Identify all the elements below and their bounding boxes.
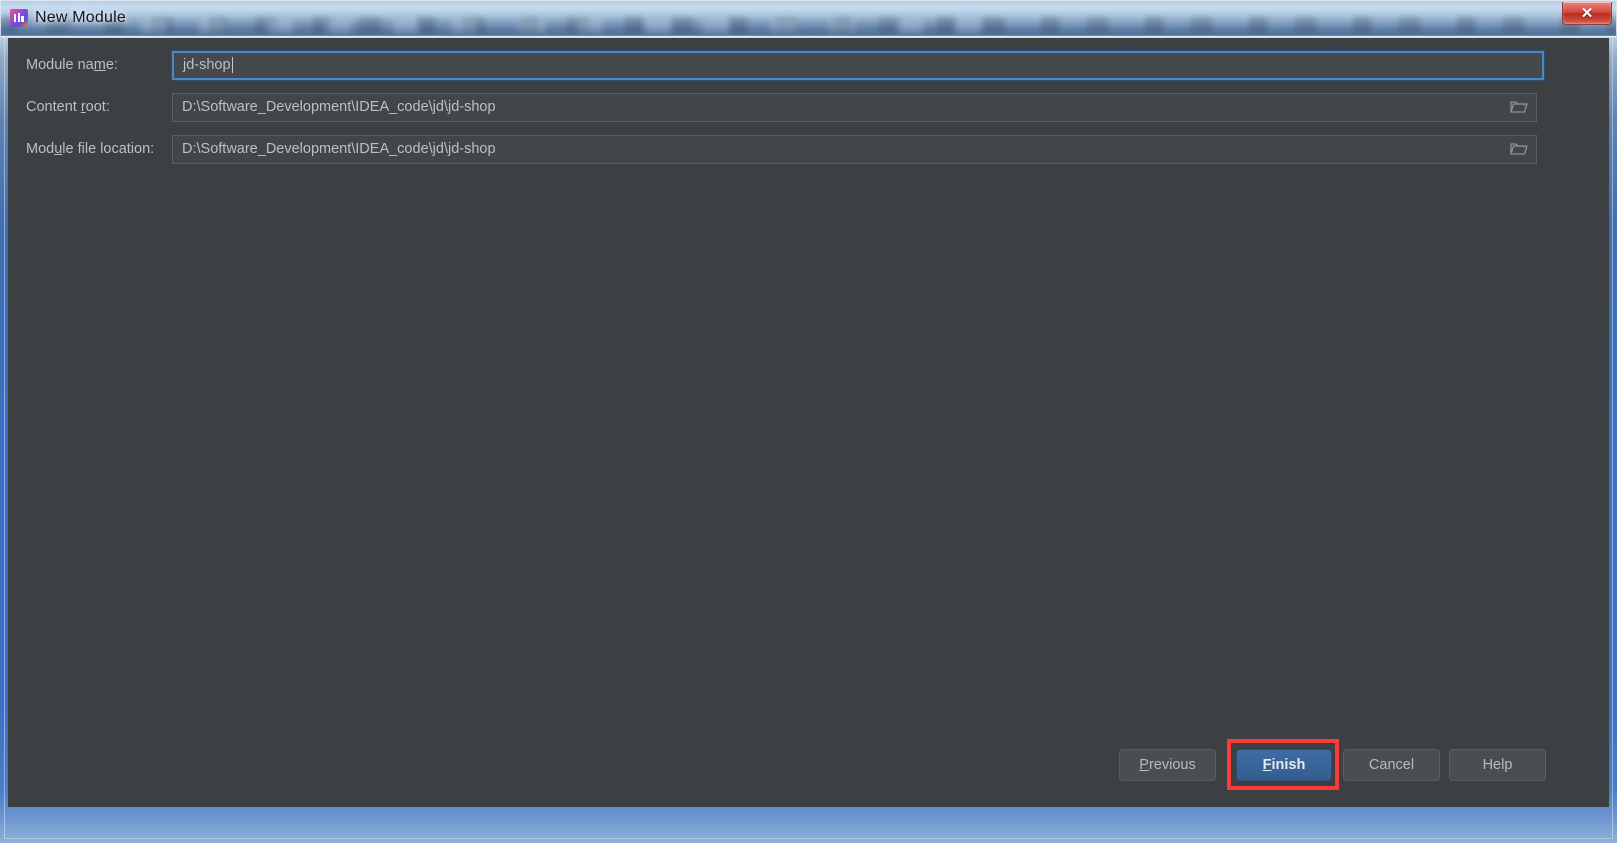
content-root-label: Content root:	[8, 99, 172, 115]
module-name-input[interactable]: jd-shop	[172, 50, 1544, 80]
folder-icon[interactable]	[1510, 100, 1528, 114]
help-button[interactable]: Help	[1449, 749, 1546, 781]
module-name-input-value: jd-shop	[183, 57, 231, 73]
finish-button-suffix: inish	[1271, 757, 1306, 773]
previous-button[interactable]: Previous	[1119, 749, 1216, 781]
module-file-location-row: Module file location: D:\Software_Develo…	[8, 134, 1537, 164]
module-file-location-label: Module file location:	[8, 141, 172, 157]
help-button-label: Help	[1482, 757, 1513, 773]
close-button[interactable]: ✕	[1562, 2, 1612, 25]
window-title: New Module	[35, 9, 126, 26]
text-caret	[231, 57, 233, 73]
content-root-label-suffix: oot:	[85, 99, 110, 115]
previous-button-mnemonic: P	[1139, 757, 1149, 773]
new-module-dialog-window: New Module ✕ Module name: jd-shop Conten…	[0, 0, 1617, 843]
content-root-row: Content root: D:\Software_Development\ID…	[8, 92, 1537, 122]
aero-glass-blur-secondary	[141, 19, 1001, 33]
content-root-input-value: D:\Software_Development\IDEA_code\jd\jd-…	[182, 99, 496, 115]
module-file-location-input-value: D:\Software_Development\IDEA_code\jd\jd-…	[182, 141, 496, 157]
content-root-label-prefix: Content	[26, 99, 81, 115]
module-name-label-suffix: e:	[105, 57, 118, 73]
module-file-location-label-prefix: Mod	[26, 141, 55, 157]
module-name-label-prefix: Module na	[26, 57, 94, 73]
module-file-location-input[interactable]: D:\Software_Development\IDEA_code\jd\jd-…	[172, 134, 1537, 164]
module-file-location-label-suffix: le file location:	[62, 141, 155, 157]
intellij-idea-icon	[9, 8, 29, 28]
title-bar[interactable]: New Module ✕	[1, 1, 1616, 38]
module-name-label-mnemonic: m	[93, 57, 106, 73]
cancel-button-label: Cancel	[1368, 757, 1415, 773]
dialog-button-bar: Previous Finish Cancel Help	[8, 739, 1609, 790]
cancel-button[interactable]: Cancel	[1343, 749, 1440, 781]
content-root-input[interactable]: D:\Software_Development\IDEA_code\jd\jd-…	[172, 92, 1537, 122]
finish-button-mnemonic: F	[1262, 757, 1272, 773]
close-icon: ✕	[1580, 4, 1594, 22]
finish-button[interactable]: Finish	[1236, 749, 1332, 781]
previous-button-suffix: revious	[1148, 757, 1196, 773]
folder-icon[interactable]	[1510, 142, 1528, 156]
module-name-label: Module name:	[8, 57, 172, 73]
module-name-row: Module name: jd-shop	[8, 50, 1544, 80]
dialog-content: Module name: jd-shop Content root: D:\So…	[8, 38, 1609, 807]
